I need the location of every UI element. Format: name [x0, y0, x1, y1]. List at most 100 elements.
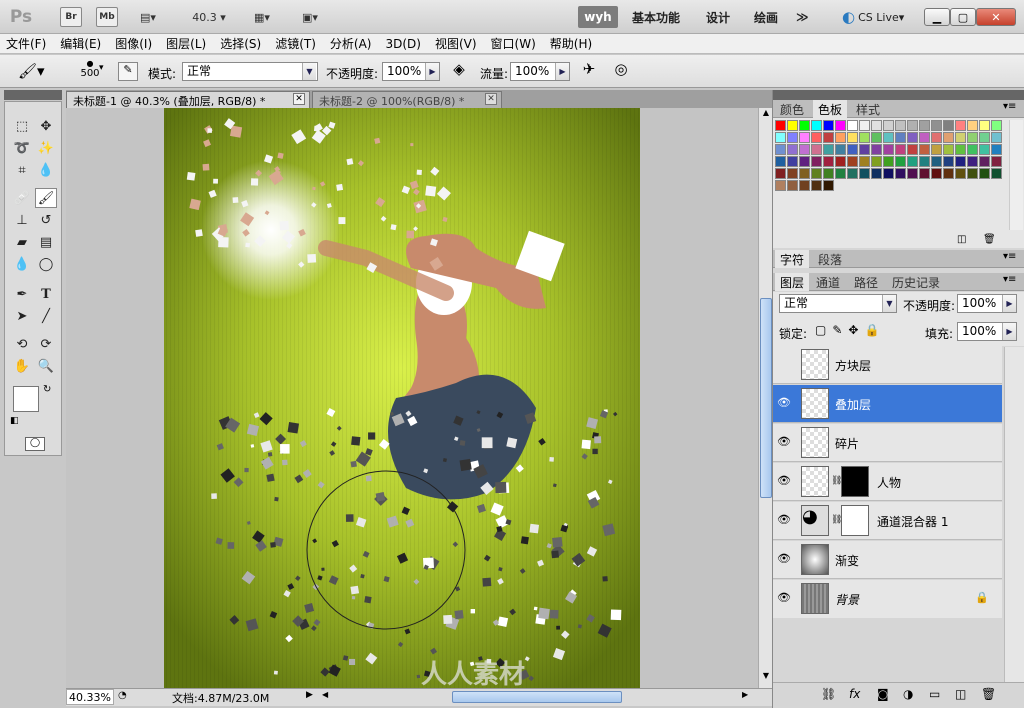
- swatch[interactable]: [787, 144, 798, 155]
- more-workspaces-button[interactable]: ≫: [796, 6, 809, 28]
- tools-panel-header[interactable]: [4, 90, 62, 100]
- vertical-scrollbar[interactable]: ▲ ▼: [758, 108, 772, 688]
- swatches-scrollbar[interactable]: [1009, 120, 1023, 230]
- swatch[interactable]: [955, 144, 966, 155]
- swatch[interactable]: [979, 120, 990, 131]
- pen-tool[interactable]: ✒: [11, 284, 33, 304]
- swatch[interactable]: [895, 144, 906, 155]
- swatch[interactable]: [919, 120, 930, 131]
- workspace-wyh[interactable]: wyh: [578, 6, 618, 28]
- swatch[interactable]: [823, 156, 834, 167]
- swatch[interactable]: [907, 132, 918, 143]
- minimize-button[interactable]: ▁: [924, 8, 950, 26]
- link-layers-icon[interactable]: ⛓: [821, 687, 836, 701]
- horizontal-scroll-thumb[interactable]: [452, 691, 622, 703]
- swatch[interactable]: [835, 168, 846, 179]
- swatch[interactable]: [847, 120, 858, 131]
- scroll-up-icon[interactable]: ▲: [760, 108, 772, 122]
- lock-image-icon[interactable]: ✎: [832, 323, 848, 337]
- swatch[interactable]: [787, 132, 798, 143]
- swatch[interactable]: [919, 156, 930, 167]
- swatch[interactable]: [787, 156, 798, 167]
- tab-layers[interactable]: 图层: [775, 273, 810, 291]
- swatch[interactable]: [979, 156, 990, 167]
- swatch[interactable]: [775, 144, 786, 155]
- swatch[interactable]: [775, 168, 786, 179]
- menu-layer[interactable]: 图层(L): [166, 35, 206, 52]
- doc-tab-1[interactable]: 未标题-1 @ 40.3% (叠加层, RGB/8) * ✕: [66, 91, 310, 108]
- tab-color[interactable]: 颜色: [775, 100, 809, 118]
- mode-select[interactable]: 正常: [182, 62, 318, 81]
- gradient-tool[interactable]: ▤: [35, 232, 57, 252]
- lock-transparent-icon[interactable]: ▢: [815, 323, 832, 337]
- vertical-scroll-thumb[interactable]: [760, 298, 772, 498]
- swatch[interactable]: [919, 168, 930, 179]
- swatch[interactable]: [871, 132, 882, 143]
- line-tool[interactable]: ╱: [35, 306, 57, 326]
- mode-dropdown-arrow[interactable]: ▼: [302, 63, 316, 80]
- document-canvas[interactable]: 人人素材: [66, 108, 758, 688]
- swatch[interactable]: [931, 132, 942, 143]
- swatch[interactable]: [847, 132, 858, 143]
- crop-tool[interactable]: ⌗: [11, 160, 33, 180]
- workspace-painting[interactable]: 绘画: [754, 6, 778, 28]
- swatch[interactable]: [859, 144, 870, 155]
- lasso-tool[interactable]: ➰: [11, 138, 33, 158]
- swatch[interactable]: [979, 132, 990, 143]
- swatch[interactable]: [883, 156, 894, 167]
- menu-file[interactable]: 文件(F): [6, 35, 46, 52]
- layer-row-squares[interactable]: 方块层: [773, 346, 1002, 384]
- history-brush-tool[interactable]: ↺: [35, 210, 57, 230]
- eye-icon[interactable]: 👁: [777, 591, 791, 605]
- swatch[interactable]: [775, 180, 786, 191]
- swatch[interactable]: [991, 168, 1002, 179]
- swatch[interactable]: [907, 120, 918, 131]
- swatch[interactable]: [811, 156, 822, 167]
- swatch[interactable]: [799, 144, 810, 155]
- status-menu-arrow[interactable]: ▶: [306, 690, 313, 700]
- maximize-button[interactable]: ▢: [950, 8, 976, 26]
- swatch[interactable]: [931, 120, 942, 131]
- 3d-rotate-tool[interactable]: ⟲: [11, 334, 33, 354]
- panel-dock-header[interactable]: [773, 90, 1024, 100]
- mini-bridge-button[interactable]: Mb: [96, 7, 118, 27]
- lock-all-icon[interactable]: 🔒: [864, 323, 885, 337]
- add-mask-icon[interactable]: ◙: [877, 687, 889, 701]
- brush-tool[interactable]: 🖌: [35, 188, 57, 208]
- swatch[interactable]: [871, 144, 882, 155]
- tab-character[interactable]: 字符: [775, 250, 810, 268]
- swatch[interactable]: [979, 168, 990, 179]
- swatch[interactable]: [871, 168, 882, 179]
- layer-row-channel-mixer[interactable]: 👁 ◕ ⛓ 通道混合器 1: [773, 502, 1002, 540]
- layer-row-background[interactable]: 👁 背景 🔒: [773, 580, 1002, 618]
- swatch[interactable]: [835, 132, 846, 143]
- swatch[interactable]: [919, 132, 930, 143]
- panel-menu-icon[interactable]: ▾≡: [1003, 251, 1016, 262]
- blend-mode-select[interactable]: 正常: [779, 294, 897, 313]
- new-swatch-icon[interactable]: ◫: [957, 234, 966, 245]
- opacity-arrow[interactable]: ▶: [425, 63, 439, 80]
- swatch[interactable]: [955, 168, 966, 179]
- swatch[interactable]: [895, 120, 906, 131]
- swatch[interactable]: [859, 156, 870, 167]
- swatch[interactable]: [955, 120, 966, 131]
- tab-channels[interactable]: 通道: [811, 273, 845, 291]
- fx-icon[interactable]: fx: [849, 687, 860, 701]
- tab-paths[interactable]: 路径: [849, 273, 883, 291]
- cs-live-button[interactable]: ◐ CS Live ▾: [842, 6, 904, 28]
- swatch[interactable]: [787, 120, 798, 131]
- swatch[interactable]: [979, 144, 990, 155]
- menu-view[interactable]: 视图(V): [435, 35, 477, 52]
- airbrush-button[interactable]: ✈: [578, 60, 600, 82]
- swatch[interactable]: [787, 168, 798, 179]
- swatch[interactable]: [835, 156, 846, 167]
- workspace-essentials[interactable]: 基本功能: [632, 6, 680, 28]
- swatch[interactable]: [799, 156, 810, 167]
- swatch[interactable]: [847, 144, 858, 155]
- swatch[interactable]: [823, 180, 834, 191]
- panel-menu-icon[interactable]: ▾≡: [1003, 101, 1016, 112]
- workspace-design[interactable]: 设计: [706, 6, 730, 28]
- swatch[interactable]: [943, 120, 954, 131]
- scroll-left-icon[interactable]: ◀: [322, 690, 328, 699]
- quick-select-tool[interactable]: ✨: [35, 138, 57, 158]
